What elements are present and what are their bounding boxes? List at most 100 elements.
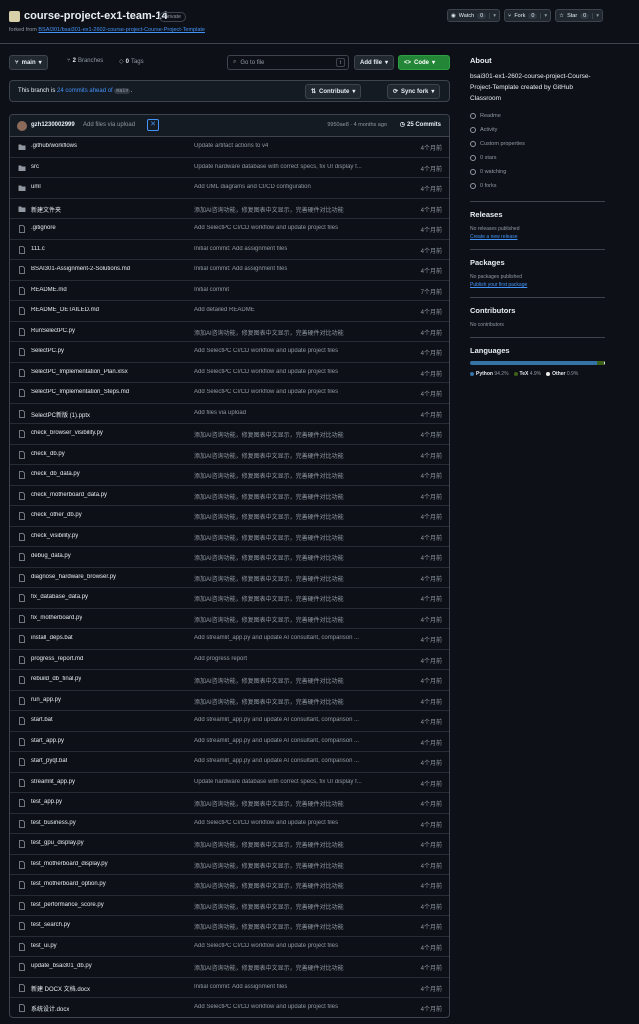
- file-commit-message[interactable]: Add streamlit_app.py and update AI consu…: [194, 717, 359, 723]
- table-row[interactable]: 新建 DOCX 文档.docx Initial commit: Add assig…: [10, 978, 449, 998]
- about-link[interactable]: Activity: [470, 123, 605, 137]
- table-row[interactable]: test_gpu_display.py 添加AI咨询功能，修复图表中文显示，完善硬…: [10, 834, 449, 855]
- language-item[interactable]: Python 94.2%: [470, 371, 509, 377]
- file-name[interactable]: 新建文件夹: [31, 205, 61, 214]
- file-name[interactable]: check_db_data.py: [31, 471, 80, 477]
- file-commit-message[interactable]: Initial commit: [194, 287, 229, 293]
- table-row[interactable]: update_bsai301_db.py 添加AI咨询功能，修复图表中文显示，完善…: [10, 957, 449, 978]
- file-name[interactable]: SelectPC.py: [31, 348, 64, 354]
- file-commit-message[interactable]: 添加AI咨询功能，修复图表中文显示，完善硬件对比功能: [194, 963, 344, 972]
- publish-package-link[interactable]: Publish your first package: [470, 282, 527, 288]
- avatar[interactable]: [17, 121, 27, 131]
- table-row[interactable]: check_db_data.py 添加AI咨询功能，修复图表中文显示，完善硬件对比…: [10, 465, 449, 486]
- file-name[interactable]: streamlit_app.py: [31, 779, 75, 785]
- table-row[interactable]: SelectPC新版 (1).pptx Add files via upload 4…: [10, 404, 449, 424]
- chevron-down-icon[interactable]: ▾: [540, 12, 547, 19]
- file-name[interactable]: 系统设计.docx: [31, 1004, 69, 1013]
- table-row[interactable]: test_performance_score.py 添加AI咨询功能，修复图表中文…: [10, 896, 449, 916]
- branch-select[interactable]: ⑂ main ▾: [9, 55, 48, 70]
- table-row[interactable]: test_search.py 添加AI咨询功能，修复图表中文显示，完善硬件对比功能…: [10, 916, 449, 937]
- fork-button[interactable]: ⑂ Fork 0 ▾: [504, 9, 552, 22]
- packages-title[interactable]: Packages: [470, 258, 605, 267]
- table-row[interactable]: check_browser_visibility.py 添加AI咨询功能，修复图表…: [10, 424, 449, 445]
- file-name[interactable]: RunSelectPC.py: [31, 328, 75, 334]
- table-row[interactable]: progress_report.md Add progress report 4个月…: [10, 650, 449, 670]
- file-name[interactable]: .github/workflows: [31, 143, 77, 149]
- table-row[interactable]: diagnose_hardware_browser.py 添加AI咨询功能，修复图…: [10, 568, 449, 588]
- commit-message[interactable]: Add files via upload: [83, 122, 135, 128]
- sync-fork-button[interactable]: ⟳ Sync fork ▾: [387, 84, 441, 99]
- file-name[interactable]: run_app.py: [31, 697, 61, 703]
- file-commit-message[interactable]: Add SelectPC CI/CD workflow and update p…: [194, 348, 338, 354]
- close-icon[interactable]: ✕: [147, 119, 159, 131]
- file-name[interactable]: check_visibility.py: [31, 533, 78, 539]
- table-row[interactable]: fix_motherboard.py 添加AI咨询功能，修复图表中文显示，完善硬件…: [10, 609, 449, 629]
- file-commit-message[interactable]: 添加AI咨询功能，修复图表中文显示，完善硬件对比功能: [194, 533, 344, 542]
- file-name[interactable]: 111.c: [31, 246, 45, 252]
- table-row[interactable]: README_DETAILED.md Add detailed README 4个月…: [10, 301, 449, 322]
- file-commit-message[interactable]: 添加AI咨询功能，修复图表中文显示，完善硬件对比功能: [194, 512, 344, 521]
- table-row[interactable]: start_app.py Add streamlit_app.py and upd…: [10, 732, 449, 752]
- file-name[interactable]: diagnose_hardware_browser.py: [31, 574, 116, 580]
- file-commit-message[interactable]: 添加AI咨询功能，修复图表中文显示，完善硬件对比功能: [194, 799, 344, 808]
- add-file-button[interactable]: Add file ▾: [354, 55, 395, 70]
- table-row[interactable]: test_ui.py Add SelectPC CI/CD workflow an…: [10, 937, 449, 957]
- watch-button[interactable]: ◉ Watch 0 ▾: [446, 9, 500, 22]
- table-row[interactable]: test_motherboard_display.py 添加AI咨询功能，修复图表…: [10, 855, 449, 875]
- file-commit-message[interactable]: Add streamlit_app.py and update AI consu…: [194, 758, 359, 764]
- file-commit-message[interactable]: Add SelectPC CI/CD workflow and update p…: [194, 943, 338, 949]
- repo-name[interactable]: course-project-ex1-team-14: [24, 10, 168, 22]
- file-commit-message[interactable]: Add UML diagrams and CI/CD configuration: [194, 184, 311, 190]
- table-row[interactable]: README.md Initial commit 7个月前: [10, 281, 449, 301]
- file-name[interactable]: SelectPC_Implementation_Steps.md: [31, 389, 129, 395]
- file-name[interactable]: test_search.py: [31, 922, 70, 928]
- about-link[interactable]: Readme: [470, 109, 605, 123]
- table-row[interactable]: start_pyqt.bat Add streamlit_app.py and u…: [10, 752, 449, 773]
- file-name[interactable]: start.bat: [31, 717, 53, 723]
- file-name[interactable]: check_db.py: [31, 451, 65, 457]
- file-commit-message[interactable]: 添加AI咨询功能，修复图表中文显示，完善硬件对比功能: [194, 840, 344, 849]
- table-row[interactable]: SelectPC.py Add SelectPC CI/CD workflow a…: [10, 342, 449, 363]
- file-name[interactable]: check_motherboard_data.py: [31, 492, 107, 498]
- branches-link[interactable]: ⑂ 2 Branches: [67, 58, 103, 64]
- file-name[interactable]: rebuild_db_final.py: [31, 676, 81, 682]
- table-row[interactable]: check_db.py 添加AI咨询功能，修复图表中文显示，完善硬件对比功能 4个月…: [10, 445, 449, 465]
- table-row[interactable]: 系统设计.docx Add SelectPC CI/CD workflow and…: [10, 998, 449, 1017]
- file-commit-message[interactable]: 添加AI咨询功能，修复图表中文显示，完善硬件对比功能: [194, 922, 344, 931]
- about-link[interactable]: Custom properties: [470, 137, 605, 151]
- file-name[interactable]: .gitignore: [31, 225, 56, 231]
- table-row[interactable]: uml Add UML diagrams and CI/CD configurat…: [10, 178, 449, 199]
- file-commit-message[interactable]: 添加AI咨询功能，修复图表中文显示，完善硬件对比功能: [194, 471, 344, 480]
- file-name[interactable]: update_bsai301_db.py: [31, 963, 92, 969]
- chevron-down-icon[interactable]: ▾: [489, 12, 496, 19]
- file-commit-message[interactable]: Add SelectPC CI/CD workflow and update p…: [194, 1004, 338, 1010]
- table-row[interactable]: streamlit_app.py Update hardware database…: [10, 773, 449, 793]
- table-row[interactable]: SelectPC_Implementation_Plan.xlsx Add Sel…: [10, 363, 449, 383]
- table-row[interactable]: src Update hardware database with correct…: [10, 158, 449, 178]
- table-row[interactable]: fix_database_data.py 添加AI咨询功能，修复图表中文显示，完善…: [10, 588, 449, 609]
- contribute-button[interactable]: ⇅ Contribute ▾: [305, 84, 362, 99]
- file-commit-message[interactable]: Update artifact actions to v4: [194, 143, 268, 149]
- forked-from-link[interactable]: BSAI301/bsai301-ex1-2602-course-project-…: [38, 27, 205, 33]
- file-commit-message[interactable]: Initial commit: Add assignment files: [194, 984, 287, 990]
- file-name[interactable]: test_gpu_display.py: [31, 840, 84, 846]
- table-row[interactable]: BSAI301-Assignment-2-Solutions.md Initial…: [10, 260, 449, 281]
- file-commit-message[interactable]: 添加AI咨询功能，修复图表中文显示，完善硬件对比功能: [194, 451, 344, 460]
- create-release-link[interactable]: Create a new release: [470, 234, 518, 240]
- file-commit-message[interactable]: 添加AI咨询功能，修复图表中文显示，完善硬件对比功能: [194, 861, 344, 870]
- file-name[interactable]: fix_motherboard.py: [31, 615, 82, 621]
- file-commit-message[interactable]: Add SelectPC CI/CD workflow and update p…: [194, 225, 338, 231]
- file-commit-message[interactable]: Add SelectPC CI/CD workflow and update p…: [194, 820, 338, 826]
- tags-link[interactable]: ◇ 0 Tags: [119, 58, 144, 66]
- about-link[interactable]: 0 stars: [470, 151, 605, 165]
- file-name[interactable]: check_browser_visibility.py: [31, 430, 103, 436]
- file-commit-message[interactable]: 添加AI咨询功能，修复图表中文显示，完善硬件对比功能: [194, 615, 344, 624]
- commit-author[interactable]: gzh1230002999: [31, 122, 75, 128]
- file-name[interactable]: README.md: [31, 287, 67, 293]
- table-row[interactable]: rebuild_db_final.py 添加AI咨询功能，修复图表中文显示，完善硬…: [10, 670, 449, 691]
- file-name[interactable]: test_motherboard_display.py: [31, 861, 108, 867]
- file-name[interactable]: test_ui.py: [31, 943, 57, 949]
- file-name[interactable]: SelectPC_Implementation_Plan.xlsx: [31, 369, 128, 375]
- contributors-title[interactable]: Contributors: [470, 306, 605, 315]
- file-name[interactable]: test_motherboard_option.py: [31, 881, 106, 887]
